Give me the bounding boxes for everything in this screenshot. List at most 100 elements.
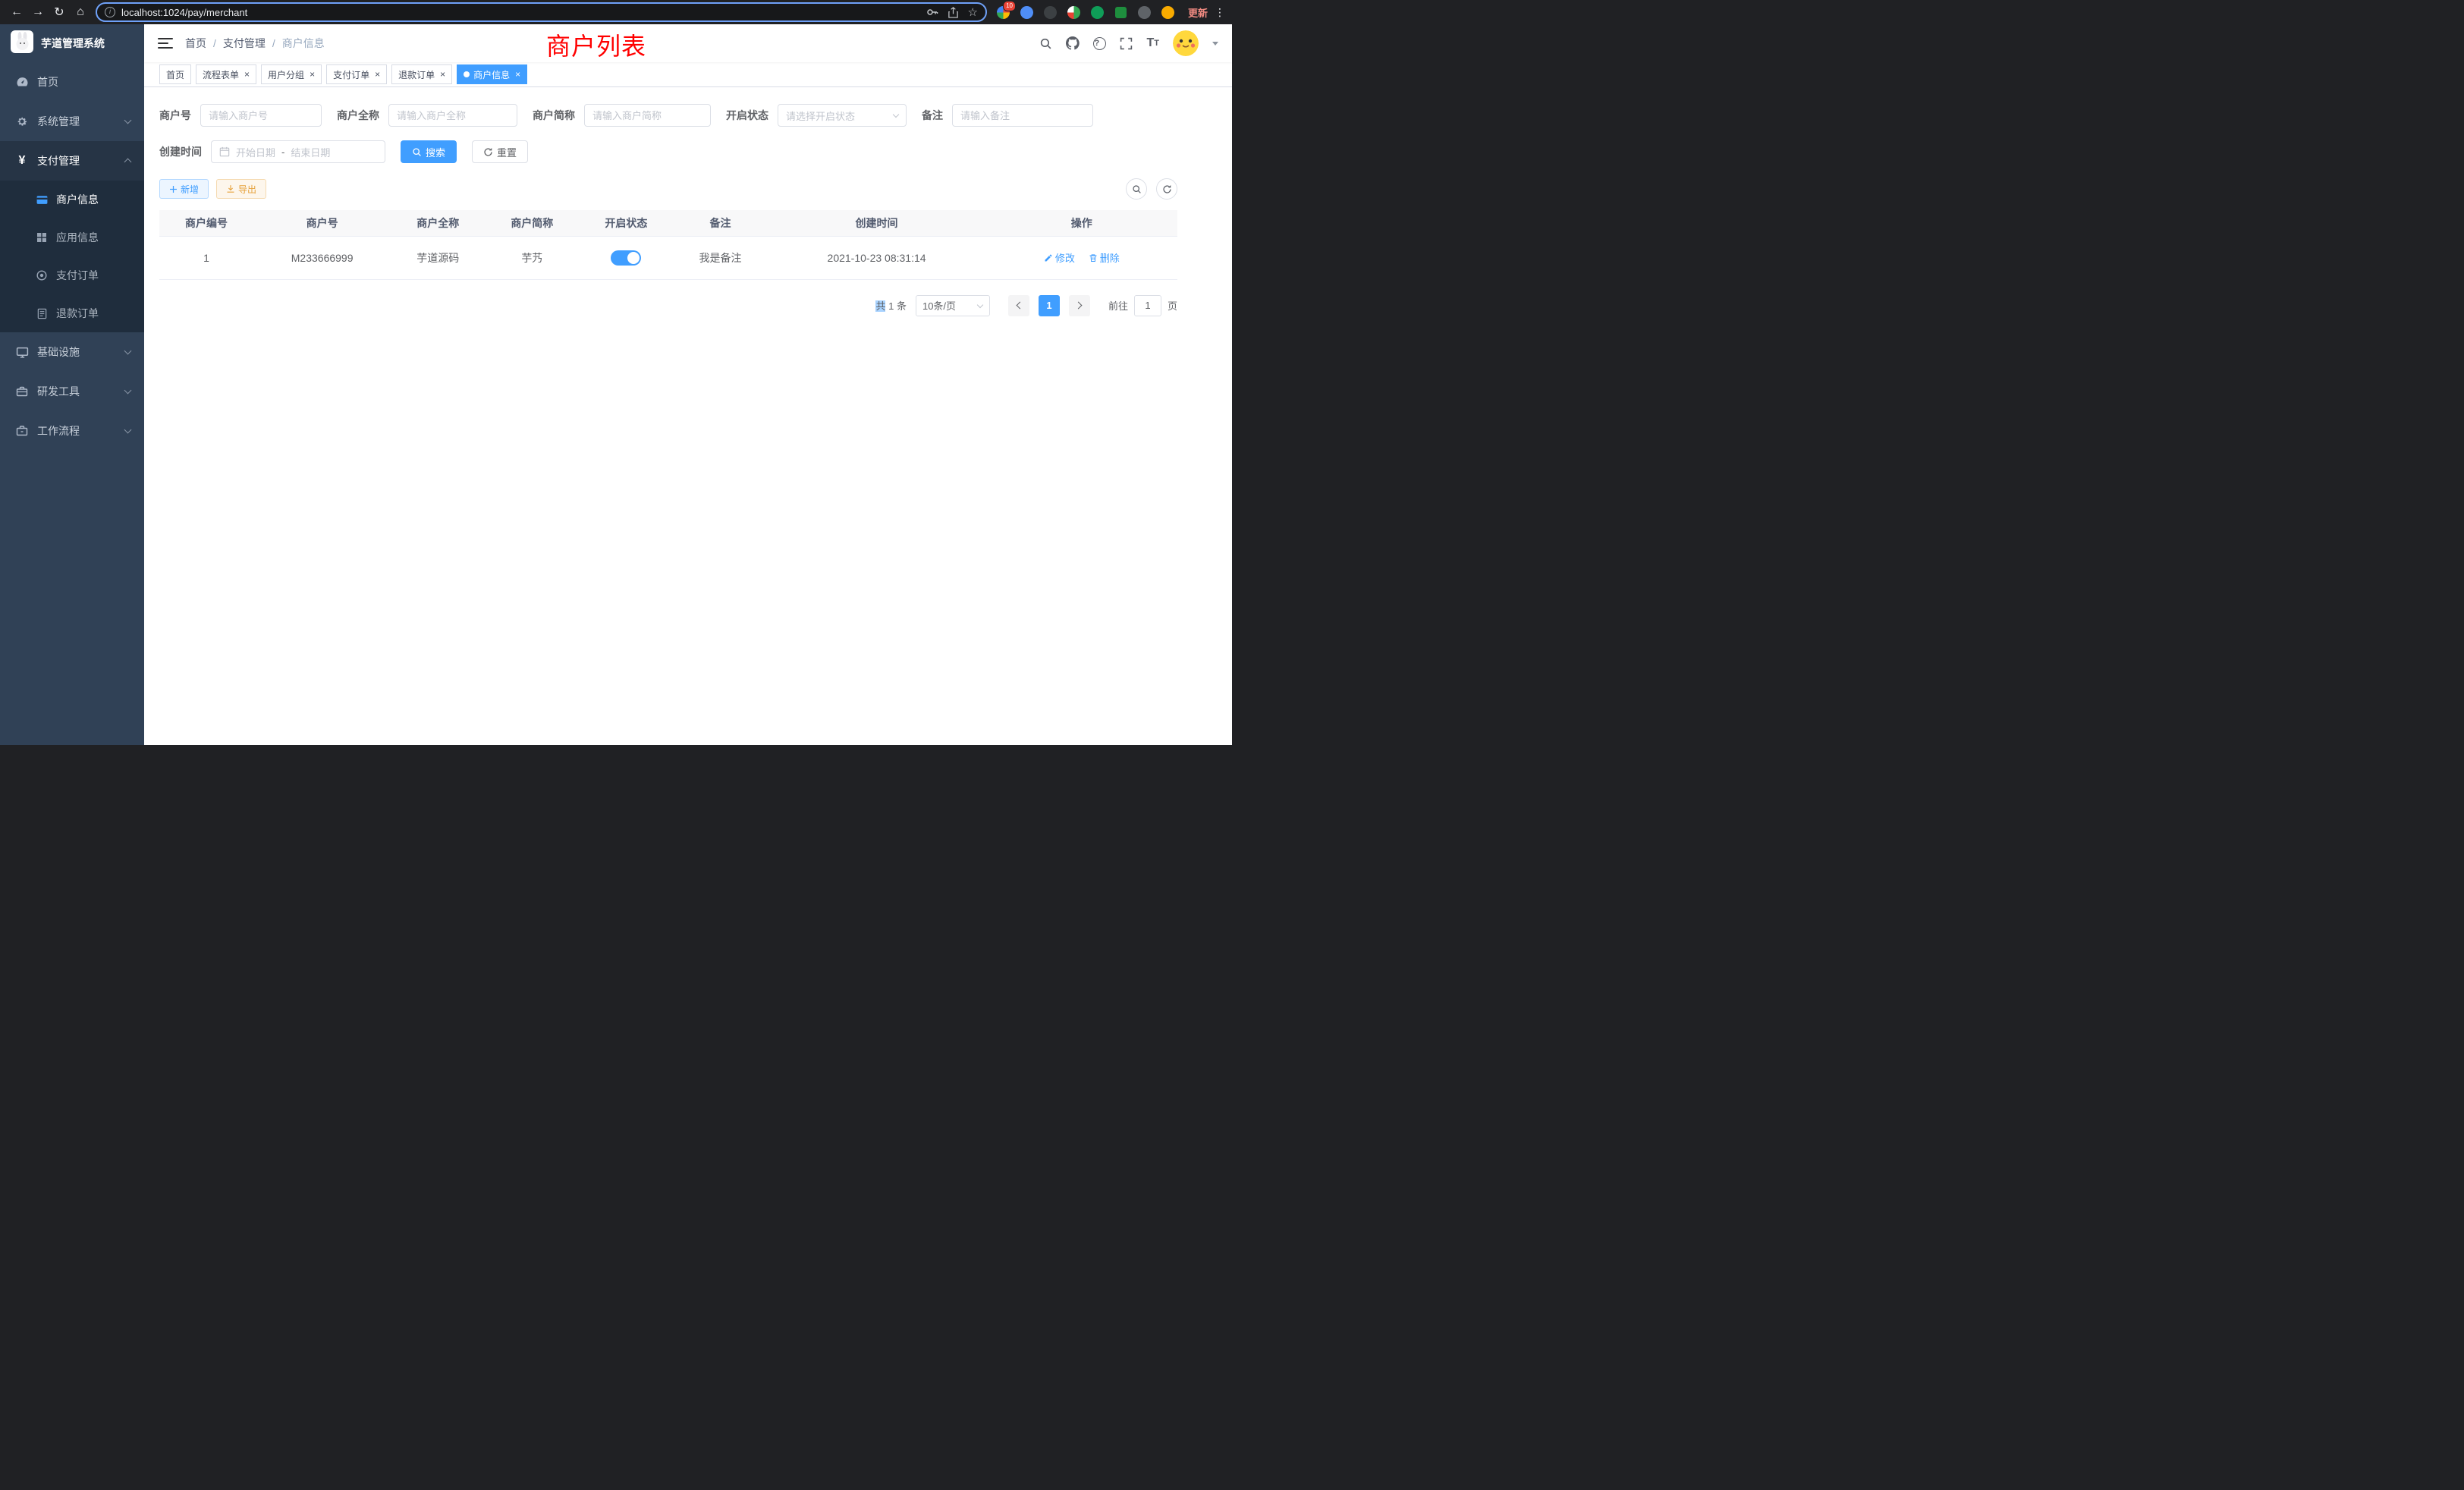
cell-short-name: 芋艿	[485, 236, 579, 279]
sidebar-item-workflow[interactable]: 工作流程	[0, 411, 144, 451]
sidebar-item-infrastructure[interactable]: 基础设施	[0, 332, 144, 372]
status-toggle[interactable]	[611, 250, 641, 266]
sidebar-item-app-info[interactable]: 应用信息	[0, 218, 144, 256]
close-icon[interactable]: ×	[375, 70, 380, 79]
extension-icon-dark[interactable]	[1042, 3, 1060, 21]
close-icon[interactable]: ×	[440, 70, 445, 79]
close-icon[interactable]: ×	[515, 70, 520, 79]
sidebar-item-refund-orders[interactable]: 退款订单	[0, 294, 144, 332]
sidebar-item-label: 系统管理	[37, 114, 80, 129]
grid-icon	[35, 231, 49, 244]
show-search-toggle-button[interactable]	[1126, 178, 1147, 200]
sidebar-item-system[interactable]: 系统管理	[0, 102, 144, 141]
site-info-icon[interactable]: i	[105, 7, 115, 17]
search-button[interactable]: 搜索	[401, 140, 457, 163]
delete-button[interactable]: 删除	[1089, 250, 1120, 265]
extensions-area: 10	[995, 3, 1177, 21]
table-toolbar: 新增 导出	[159, 178, 1177, 200]
back-icon[interactable]: ←	[6, 5, 27, 19]
tab-merchant-info[interactable]: 商户信息 ×	[457, 64, 527, 84]
page-number-button[interactable]: 1	[1039, 295, 1060, 316]
chevron-down-icon	[977, 301, 983, 307]
update-button[interactable]: 更新	[1188, 5, 1208, 20]
close-icon[interactable]: ×	[310, 70, 315, 79]
refresh-button[interactable]	[1156, 178, 1177, 200]
tab-process-form[interactable]: 流程表单 ×	[196, 64, 256, 84]
extension-icon-colorful[interactable]: 10	[995, 3, 1013, 21]
sidebar-item-label: 支付订单	[56, 268, 99, 283]
sidebar-item-home[interactable]: 首页	[0, 62, 144, 102]
cell-create-time: 2021-10-23 08:31:14	[768, 236, 986, 279]
add-button[interactable]: 新增	[159, 179, 209, 199]
forward-icon[interactable]: →	[27, 5, 49, 19]
remark-input[interactable]	[952, 104, 1093, 127]
goto-page-input[interactable]	[1134, 295, 1161, 316]
merchant-table: 商户编号 商户号 商户全称 商户简称 开启状态 备注 创建时间 操作 1	[159, 210, 1177, 280]
browser-window: ← → ↻ ⌂ i localhost:1024/pay/merchant ☆ …	[0, 0, 1232, 745]
active-dot	[464, 71, 470, 77]
home-icon[interactable]: ⌂	[70, 5, 91, 19]
extension-icon-green-square[interactable]	[1112, 3, 1130, 21]
merchant-no-input[interactable]	[200, 104, 322, 127]
search-icon[interactable]	[1039, 37, 1052, 50]
password-key-icon[interactable]	[926, 6, 938, 18]
sidebar-item-label: 基础设施	[37, 344, 80, 360]
remark-label: 备注	[922, 108, 943, 123]
document-icon	[35, 308, 49, 319]
app-logo-row[interactable]: 芋道管理系统	[0, 24, 144, 62]
target-icon	[35, 269, 49, 281]
short-name-input[interactable]	[584, 104, 711, 127]
share-icon[interactable]	[948, 7, 959, 18]
avatar[interactable]	[1173, 30, 1199, 56]
close-icon[interactable]: ×	[244, 70, 250, 79]
tab-home[interactable]: 首页	[159, 64, 191, 84]
address-bar[interactable]: i localhost:1024/pay/merchant ☆	[96, 2, 987, 22]
sidebar-item-payment[interactable]: ¥ 支付管理	[0, 141, 144, 181]
page-size-select[interactable]: 10条/页	[916, 295, 990, 316]
edit-button[interactable]: 修改	[1044, 250, 1075, 265]
url-text[interactable]: localhost:1024/pay/merchant	[121, 7, 920, 18]
hamburger-icon[interactable]	[158, 35, 173, 52]
breadcrumb-payment[interactable]: 支付管理	[223, 36, 266, 51]
status-label: 开启状态	[726, 108, 768, 123]
extension-icon-green-circle[interactable]	[1089, 3, 1107, 21]
reset-button[interactable]: 重置	[472, 140, 528, 163]
help-icon[interactable]: ?	[1093, 37, 1106, 50]
extension-icon-blue[interactable]	[1018, 3, 1036, 21]
sidebar-item-merchant-info[interactable]: 商户信息	[0, 181, 144, 218]
create-time-label: 创建时间	[159, 144, 202, 159]
tab-refund-orders[interactable]: 退款订单 ×	[391, 64, 452, 84]
github-icon[interactable]	[1066, 36, 1080, 50]
extension-icon-puzzle[interactable]	[1136, 3, 1154, 21]
font-size-icon[interactable]: TT	[1146, 36, 1159, 50]
tab-user-group[interactable]: 用户分组 ×	[261, 64, 322, 84]
sidebar-item-dev-tools[interactable]: 研发工具	[0, 372, 144, 411]
export-button[interactable]: 导出	[216, 179, 266, 199]
card-icon	[35, 193, 49, 206]
caret-down-icon[interactable]	[1212, 42, 1218, 46]
extension-icon-mixed[interactable]	[1065, 3, 1083, 21]
app-title: 芋道管理系统	[41, 36, 105, 51]
extension-icon-orange-face[interactable]	[1159, 3, 1177, 21]
col-header: 商户简称	[485, 210, 579, 236]
filter-form: 商户号 商户全称 商户简称 开启状态 请选择开启状态	[159, 104, 1177, 177]
pagination: 共 1 条 10条/页 1 前往 页	[159, 295, 1177, 316]
sidebar-item-pay-orders[interactable]: 支付订单	[0, 256, 144, 294]
col-header: 商户编号	[159, 210, 253, 236]
briefcase-icon	[15, 425, 29, 437]
chevron-down-icon	[893, 112, 899, 118]
status-select[interactable]: 请选择开启状态	[778, 104, 907, 127]
prev-page-button[interactable]	[1008, 295, 1029, 316]
full-name-input[interactable]	[388, 104, 517, 127]
breadcrumb-home[interactable]: 首页	[185, 36, 206, 51]
bookmark-star-icon[interactable]: ☆	[968, 5, 978, 19]
end-date-placeholder: 结束日期	[291, 145, 330, 159]
browser-menu-icon[interactable]: ⋮	[1214, 6, 1226, 19]
fullscreen-icon[interactable]	[1120, 37, 1133, 50]
next-page-button[interactable]	[1069, 295, 1090, 316]
col-header: 创建时间	[768, 210, 986, 236]
create-time-range-picker[interactable]: 开始日期 - 结束日期	[211, 140, 385, 163]
tab-pay-orders[interactable]: 支付订单 ×	[326, 64, 387, 84]
table-row: 1 M233666999 芋道源码 芋艿 我是备注 2021-10-23 08:…	[159, 236, 1177, 279]
reload-icon[interactable]: ↻	[49, 5, 70, 20]
